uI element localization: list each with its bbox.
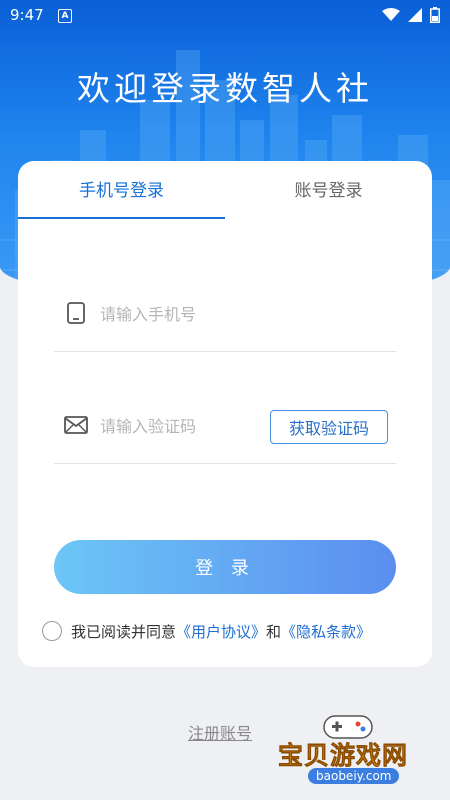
battery-icon xyxy=(430,7,440,23)
watermark-url: baobeiy.com xyxy=(308,768,400,784)
register-link[interactable]: 注册账号 xyxy=(188,720,252,744)
agreement-row: 我已阅读并同意 《用户协议》 和 《隐私条款》 xyxy=(42,619,371,643)
login-card: 手机号登录 账号登录 获取验证码 登 录 我已阅读并同意 《用户协议》 和 《隐… xyxy=(18,161,432,667)
verification-code-input[interactable] xyxy=(98,410,292,442)
get-code-button[interactable]: 获取验证码 xyxy=(270,410,388,444)
phone-icon xyxy=(67,302,85,324)
tab-account-login[interactable]: 账号登录 xyxy=(225,161,432,219)
watermark-logo: 宝贝游戏网 baobeiy.com xyxy=(272,708,442,796)
wifi-icon xyxy=(382,8,400,21)
watermark-title: 宝贝游戏网 xyxy=(278,741,409,771)
login-button[interactable]: 登 录 xyxy=(54,540,396,594)
agreement-conjunction: 和 xyxy=(266,622,282,641)
envelope-icon xyxy=(64,416,88,434)
user-agreement-link[interactable]: 《用户协议》 xyxy=(176,621,266,642)
tab-phone-login[interactable]: 手机号登录 xyxy=(18,161,225,219)
agreement-prefix: 我已阅读并同意 xyxy=(71,622,177,641)
privacy-policy-link[interactable]: 《隐私条款》 xyxy=(281,621,371,642)
agreement-checkbox[interactable] xyxy=(42,621,62,641)
code-field: 获取验证码 xyxy=(54,383,396,464)
app-indicator-icon: A xyxy=(58,9,72,23)
status-bar: 9:47 A xyxy=(0,0,450,32)
active-tab-indicator xyxy=(18,217,225,219)
phone-input[interactable] xyxy=(98,298,292,330)
signal-icon xyxy=(408,8,422,22)
status-icons xyxy=(382,7,440,23)
phone-field xyxy=(54,271,396,352)
status-time: 9:47 xyxy=(10,6,44,24)
welcome-title: 欢迎登录数智人社 xyxy=(77,69,373,108)
